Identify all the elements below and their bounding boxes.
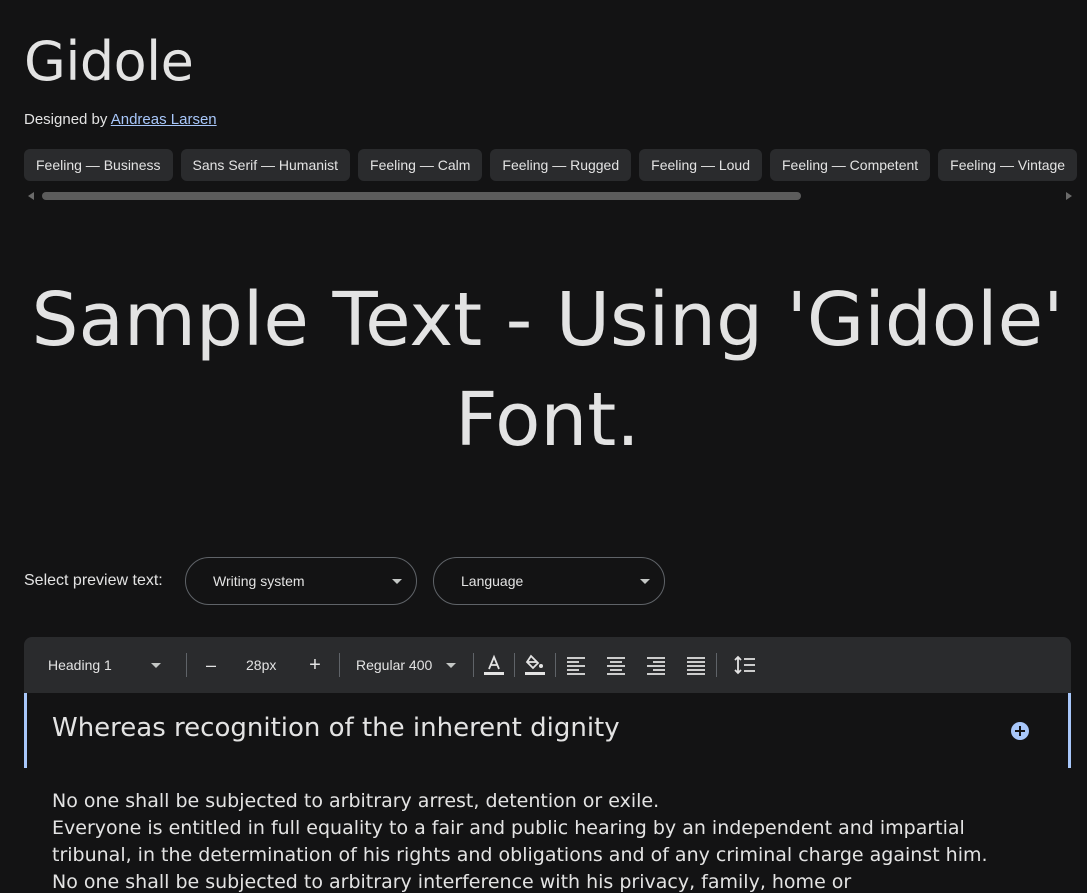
font-specimen-page: Gidole Designed by Andreas Larsen Feelin… — [0, 0, 1087, 893]
tag-chip[interactable]: Feeling — Business — [24, 149, 173, 181]
add-block-icon[interactable] — [1010, 721, 1030, 741]
tag-chip[interactable]: Feeling — Loud — [639, 149, 762, 181]
editor-heading-block[interactable]: Whereas recognition of the inherent dign… — [24, 693, 1071, 768]
increase-size-button[interactable]: + — [307, 637, 323, 693]
editor-heading-text[interactable]: Whereas recognition of the inherent dign… — [52, 713, 620, 743]
decrease-size-button[interactable]: – — [204, 637, 218, 693]
paragraph-line: Everyone is entitled in full equality to… — [52, 817, 965, 839]
designer-link[interactable]: Andreas Larsen — [111, 111, 217, 128]
preview-text-label: Select preview text: — [24, 572, 163, 589]
font-weight-select[interactable]: Regular 400 — [356, 637, 461, 693]
scrollbar-thumb[interactable] — [42, 192, 801, 200]
scroll-right-arrow-icon[interactable] — [1066, 192, 1072, 200]
align-right-icon[interactable] — [644, 653, 668, 677]
tag-chip[interactable]: Feeling — Calm — [358, 149, 483, 181]
text-color-icon[interactable] — [482, 653, 506, 677]
paragraph-line: tribunal, in the determination of his ri… — [52, 844, 988, 866]
tag-chip[interactable]: Feeling — Rugged — [490, 149, 632, 181]
toolbar-divider — [555, 653, 556, 677]
align-center-icon[interactable] — [604, 653, 628, 677]
align-justify-icon[interactable] — [684, 653, 708, 677]
align-left-icon[interactable] — [564, 653, 588, 677]
chevron-down-icon — [392, 579, 402, 584]
toolbar-divider — [473, 653, 474, 677]
toolbar-divider — [514, 653, 515, 677]
paragraph-line: No one shall be subjected to arbitrary i… — [52, 871, 852, 893]
chevron-down-icon — [151, 663, 161, 668]
font-size-value[interactable]: 28px — [246, 637, 276, 693]
editor-paragraphs[interactable]: No one shall be subjected to arbitrary a… — [52, 788, 1052, 893]
highlight-color-icon[interactable] — [523, 653, 547, 677]
paragraph-line: No one shall be subjected to arbitrary a… — [52, 790, 660, 812]
language-select[interactable]: Language — [433, 557, 665, 605]
tag-chip[interactable]: Sans Serif — Humanist — [180, 149, 351, 181]
text-style-select[interactable]: Heading 1 — [48, 637, 168, 693]
toolbar-divider — [716, 653, 717, 677]
font-weight-value: Regular 400 — [356, 657, 433, 673]
tags-scrollbar[interactable] — [24, 190, 1072, 202]
tag-list: Feeling — Business Sans Serif — Humanist F… — [24, 149, 1087, 181]
text-style-value: Heading 1 — [48, 657, 112, 673]
toolbar-divider — [339, 653, 340, 677]
chevron-down-icon — [446, 663, 456, 668]
designer-line: Designed by Andreas Larsen — [24, 111, 217, 128]
editor-toolbar: Heading 1 – 28px + Regular 400 — [24, 637, 1071, 693]
writing-system-select[interactable]: Writing system — [185, 557, 417, 605]
tag-chip[interactable]: Feeling — Competent — [769, 149, 931, 181]
scroll-left-arrow-icon[interactable] — [28, 192, 34, 200]
sample-text: Sample Text - Using 'Gidole' Font. — [31, 277, 1064, 463]
tag-chip[interactable]: Feeling — Vintage — [938, 149, 1078, 181]
designed-by-label: Designed by — [24, 111, 108, 128]
chevron-down-icon — [640, 579, 650, 584]
writing-system-value: Writing system — [213, 573, 305, 589]
line-height-icon[interactable] — [733, 653, 757, 677]
toolbar-divider — [186, 653, 187, 677]
font-title: Gidole — [24, 30, 194, 93]
language-value: Language — [461, 573, 524, 589]
